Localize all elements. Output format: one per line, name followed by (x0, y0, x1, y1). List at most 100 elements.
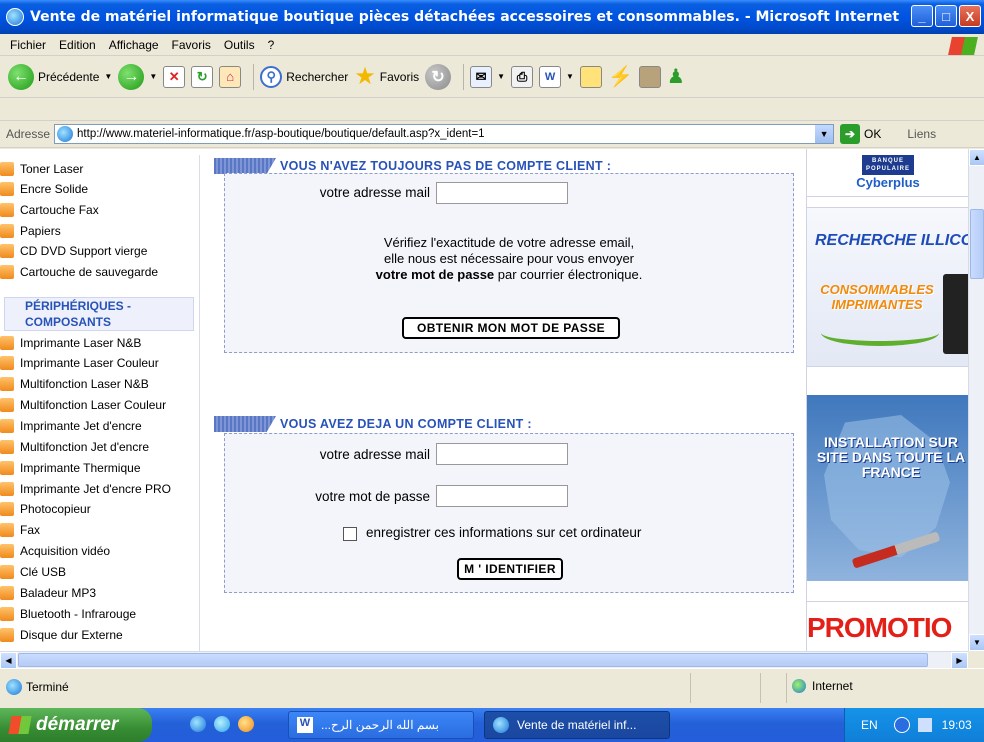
remember-label[interactable]: enregistrer ces informations sur cet ord… (366, 525, 641, 540)
password-input[interactable] (436, 485, 568, 507)
ie-quicklaunch-icon[interactable] (214, 716, 230, 732)
research-button[interactable] (638, 65, 661, 88)
promo-ad[interactable]: PROMOTIO (807, 601, 968, 651)
menu-help[interactable]: ? (268, 38, 275, 52)
home-button[interactable]: ⌂ (219, 65, 242, 88)
horizontal-scrollbar[interactable]: ◀ ▶ (0, 651, 968, 669)
media-player-icon[interactable] (238, 716, 254, 732)
sidebar-item[interactable]: Encre Solide (0, 179, 88, 199)
sidebar-item[interactable]: Cartouche Fax (0, 200, 99, 220)
back-dropdown-icon[interactable]: ▼ (104, 72, 112, 81)
sidebar-item[interactable]: Imprimante Laser Couleur (0, 353, 159, 373)
close-button[interactable]: X (959, 5, 981, 27)
search-button[interactable]: ⚲ Rechercher (260, 65, 348, 88)
status-text-area: Terminé (6, 679, 69, 695)
clock[interactable]: 19:03 (942, 718, 972, 732)
go-button[interactable]: ➔ OK (840, 124, 881, 144)
sidebar-item-label: Photocopieur (20, 502, 91, 516)
address-dropdown-icon[interactable]: ▼ (815, 125, 834, 143)
menu-outils[interactable]: Outils (224, 38, 255, 52)
login-button[interactable]: M ' IDENTIFIER (457, 558, 563, 580)
edit-button[interactable]: W ▼ (539, 65, 574, 88)
sidebar-item-label: Multifonction Laser N&B (20, 377, 149, 391)
stop-button[interactable]: ✕ (163, 65, 186, 88)
sidebar-item[interactable]: Clé USB (0, 562, 66, 582)
installation-ad[interactable]: INSTALLATION SUR SITE DANS TOUTE LA FRAN… (807, 395, 968, 581)
forward-dropdown-icon[interactable]: ▼ (149, 72, 157, 81)
menu-affichage[interactable]: Affichage (109, 38, 159, 52)
window-title-bar[interactable]: Vente de matériel informatique boutique … (0, 0, 984, 34)
horizontal-scroll-thumb[interactable] (18, 653, 928, 667)
note-icon (579, 65, 602, 88)
mail-dropdown-icon[interactable]: ▼ (497, 72, 505, 81)
address-field[interactable]: http://www.materiel-informatique.fr/asp-… (54, 124, 835, 144)
bank-ad[interactable]: BANQUE POPULAIRE Cyberplus (807, 149, 968, 197)
menu-favoris[interactable]: Favoris (172, 38, 211, 52)
sidebar-item[interactable]: Toner Laser (0, 159, 83, 179)
maximize-button[interactable]: □ (935, 5, 957, 27)
messenger-button[interactable]: ⚡ (608, 64, 633, 89)
consumables-ad[interactable]: RECHERCHE ILLICO CONSOMMABLES IMPRIMANTE… (807, 207, 968, 367)
tray-expand-icon[interactable] (893, 717, 910, 733)
remember-checkbox[interactable] (343, 527, 357, 541)
taskbar-item-word[interactable]: W ...بسم الله الرحمن الرح (288, 711, 474, 739)
vertical-scroll-thumb[interactable] (970, 209, 984, 279)
vertical-scrollbar[interactable]: ▲ ▼ (968, 149, 984, 651)
contacts-button[interactable]: ♟ (667, 64, 685, 89)
sidebar-item[interactable]: Imprimante Jet d'encre (0, 416, 142, 436)
sidebar-item[interactable]: CD DVD Support vierge (0, 241, 147, 261)
scroll-left-icon[interactable]: ◀ (0, 652, 17, 669)
windows-flag-icon (8, 716, 32, 734)
language-indicator[interactable]: EN (861, 718, 878, 732)
bullet-icon (0, 336, 14, 350)
mail-button[interactable]: ✉ ▼ (470, 65, 505, 88)
ie-quicklaunch-icon[interactable] (190, 716, 206, 732)
address-url[interactable]: http://www.materiel-informatique.fr/asp-… (77, 128, 815, 140)
print-button[interactable]: ⎙ (511, 65, 534, 88)
history-button[interactable]: ↻ (425, 63, 452, 90)
links-toolbar[interactable]: Liens (907, 127, 936, 141)
scroll-up-icon[interactable]: ▲ (969, 149, 984, 166)
new-email-input[interactable] (436, 182, 568, 204)
sidebar-item[interactable]: Multifonction Jet d'encre (0, 437, 149, 457)
menu-fichier[interactable]: Fichier (10, 38, 46, 52)
sidebar-item[interactable]: Photocopieur (0, 499, 91, 519)
start-button[interactable]: démarrer (0, 708, 152, 742)
existing-account-heading: VOUS AVEZ DEJA UN COMPTE CLIENT : (214, 415, 532, 433)
get-password-button[interactable]: OBTENIR MON MOT DE PASSE (402, 317, 620, 339)
edit-dropdown-icon[interactable]: ▼ (566, 72, 574, 81)
ink-cartridge-icon (943, 274, 968, 354)
sidebar-section-title[interactable]: PÉRIPHÉRIQUES - COMPOSANTS (4, 297, 194, 331)
sidebar-item[interactable]: Baladeur MP3 (0, 583, 96, 603)
sidebar-item[interactable]: Multifonction Laser Couleur (0, 395, 166, 415)
installation-text: INSTALLATION SUR SITE DANS TOUTE LA FRAN… (816, 434, 966, 480)
lightning-icon: ⚡ (607, 66, 633, 88)
sidebar-item[interactable]: Acquisition vidéo (0, 541, 110, 561)
bullet-icon (0, 502, 14, 516)
sidebar-item[interactable]: Imprimante Thermique (0, 458, 141, 478)
taskbar-item-ie[interactable]: Vente de matériel inf... (484, 711, 670, 739)
status-text: Terminé (26, 680, 69, 694)
refresh-button[interactable]: ↻ (191, 65, 214, 88)
back-button[interactable]: ← Précédente ▼ (8, 63, 112, 90)
sidebar-item[interactable]: Cartouche de sauvegarde (0, 262, 158, 282)
forward-button[interactable]: → ▼ (118, 63, 157, 90)
sidebar-item[interactable]: Papiers (0, 221, 61, 241)
network-icon[interactable] (917, 718, 932, 732)
sidebar-item[interactable]: Multifonction Laser N&B (0, 374, 149, 394)
sidebar-item[interactable]: Imprimante Laser N&B (0, 333, 141, 353)
scroll-right-icon[interactable]: ▶ (951, 652, 968, 669)
sidebar-item[interactable]: Disque dur Externe (0, 625, 123, 645)
discuss-button[interactable] (579, 65, 602, 88)
ad-column: BANQUE POPULAIRE Cyberplus RECHERCHE ILL… (806, 149, 968, 651)
favorites-button[interactable]: ★ Favoris (354, 64, 419, 89)
scroll-down-icon[interactable]: ▼ (969, 634, 984, 651)
sidebar-item[interactable]: Imprimante Jet d'encre PRO (0, 479, 171, 499)
menu-edition[interactable]: Edition (59, 38, 96, 52)
sidebar-item-label: Cartouche de sauvegarde (20, 265, 159, 279)
sidebar-item[interactable]: Fax (0, 520, 40, 540)
minimize-button[interactable]: _ (911, 5, 933, 27)
sidebar-item-label: Imprimante Laser Couleur (20, 356, 159, 370)
existing-email-input[interactable] (436, 443, 568, 465)
sidebar-item[interactable]: Bluetooth - Infrarouge (0, 604, 136, 624)
